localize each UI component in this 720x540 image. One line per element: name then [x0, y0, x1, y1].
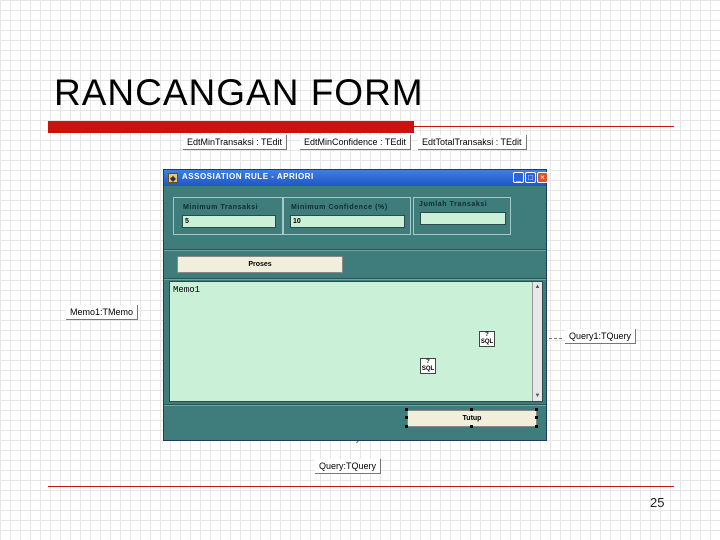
- app-icon: ◆: [168, 173, 178, 183]
- min-confidence-label: Minimum Confidence (%): [291, 204, 388, 211]
- selection-handle: [535, 425, 538, 428]
- min-transaksi-input[interactable]: 5: [182, 215, 276, 228]
- callout-edt-min-confidence: EdtMinConfidence : TEdit: [300, 135, 411, 150]
- dialog-title: ASSOSIATION RULE - APRIORI: [182, 172, 314, 181]
- callout-memo: Memo1:TMemo: [66, 305, 139, 320]
- title-accent-bar: [48, 121, 414, 133]
- callout-edt-min-transaksi: EdtMinTransaksi : TEdit: [183, 135, 288, 150]
- maximize-icon[interactable]: □: [525, 172, 536, 183]
- proses-button[interactable]: Proses: [177, 256, 343, 273]
- selection-handle: [405, 425, 408, 428]
- selection-handle: [405, 408, 408, 411]
- title-rule: [414, 126, 674, 127]
- minimize-icon[interactable]: _: [513, 172, 524, 183]
- query-sql-icon[interactable]: ? SQL: [420, 358, 436, 374]
- selection-handle: [535, 408, 538, 411]
- callout-edt-total-transaksi: EdtTotalTransaksi : TEdit: [418, 135, 527, 150]
- jumlah-transaksi-input[interactable]: [420, 212, 506, 225]
- query1-sql-text: SQL: [480, 339, 494, 345]
- selection-handle: [535, 416, 538, 419]
- min-confidence-input[interactable]: 10: [290, 215, 405, 228]
- slide-title: RANCANGAN FORM: [54, 72, 424, 113]
- selection-handle: [405, 416, 408, 419]
- separator-bottom: [164, 404, 546, 406]
- dialog-title-bar[interactable]: ◆ ASSOSIATION RULE - APRIORI _ □ ×: [164, 170, 548, 186]
- separator-top: [164, 249, 546, 251]
- scroll-up-icon[interactable]: ▲: [533, 282, 542, 292]
- group-min-confidence: Minimum Confidence (%) 10: [283, 197, 411, 235]
- query1-sql-icon[interactable]: ? SQL: [479, 331, 495, 347]
- selection-handle: [470, 425, 473, 428]
- group-min-transaksi: Minimum Transaksi 5: [173, 197, 283, 235]
- scroll-down-icon[interactable]: ▼: [533, 391, 542, 401]
- jumlah-transaksi-label: Jumlah Transaksi: [419, 201, 488, 208]
- footer-rule: [48, 486, 674, 487]
- min-transaksi-label: Minimum Transaksi: [183, 204, 259, 211]
- close-icon[interactable]: ×: [537, 172, 548, 183]
- separator-middle: [164, 278, 546, 280]
- selection-handle: [470, 408, 473, 411]
- group-jumlah-transaksi: Jumlah Transaksi: [413, 197, 511, 235]
- query-sql-text: SQL: [421, 366, 435, 372]
- memo-text: Memo1: [173, 285, 201, 295]
- memo-scrollbar[interactable]: ▲ ▼: [532, 282, 542, 401]
- callout-query1: Query1:TQuery: [565, 329, 637, 344]
- callout-query: Query:TQuery: [315, 459, 382, 474]
- page-number: 25: [650, 495, 665, 510]
- apriori-dialog: ◆ ASSOSIATION RULE - APRIORI _ □ × Minim…: [163, 169, 548, 441]
